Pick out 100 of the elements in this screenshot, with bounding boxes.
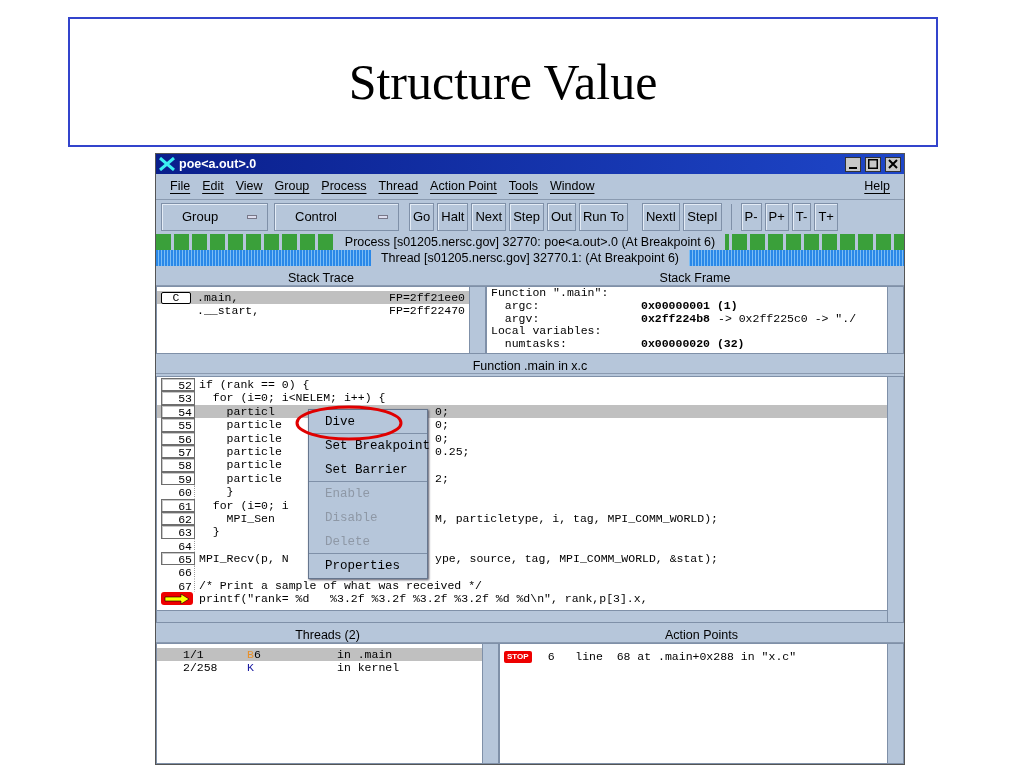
window-title: poe<a.out>.0 [179, 155, 258, 173]
code-text: printf("rank= %d %3.2f %3.2f %3.2f %3.2f %d %d\n", rank,p[3].x, [199, 592, 648, 606]
menu-item[interactable]: View [229, 177, 269, 196]
breakpoint-number: 6 [253, 648, 261, 661]
menu-item[interactable]: File [164, 177, 197, 196]
line-number: 65 [161, 552, 195, 566]
menu-item[interactable]: Thread [372, 177, 425, 196]
process-status: Process [s01205.nersc.gov] 32770: poe<a.out>.0 (At Breakpoint 6) [334, 234, 726, 250]
scrollbar[interactable] [469, 287, 485, 353]
code-text: particle [225, 444, 282, 458]
scrollbar[interactable] [887, 377, 903, 622]
code-text: particle [225, 458, 282, 472]
line-number: 55 [161, 418, 195, 432]
code-text: MPI_Sen [225, 511, 275, 525]
menu-item[interactable]: Set Barrier [309, 458, 427, 482]
toolbar-button[interactable]: Next [471, 203, 507, 231]
line-number: 63 [161, 525, 195, 539]
line-number: 58 [161, 458, 195, 472]
action-point-text: 6 line 68 at .main+0x288 in "x.c" [547, 649, 797, 665]
thread-row[interactable]: 1/1 B6 in .main [157, 648, 482, 661]
code-text: for (i=0; i [211, 498, 289, 512]
code-text: } [211, 525, 220, 539]
line-number: 66 [161, 565, 195, 579]
line-number: 60 [161, 485, 195, 499]
toolbar-button[interactable]: T- [791, 203, 812, 231]
minimize-button[interactable] [845, 156, 861, 172]
program-counter-icon [161, 592, 193, 606]
thread-location: in kernel [337, 661, 400, 674]
minimize-icon [849, 166, 857, 169]
menu-item[interactable]: Properties [309, 554, 427, 578]
toolbar-button[interactable]: Go [409, 203, 435, 231]
dropdown[interactable]: Group [161, 203, 268, 231]
stack-frame-row[interactable]: C .main, FP=2ff21ee0 [157, 291, 469, 304]
variable-value: 0x00000020 (32) [641, 338, 745, 351]
menu-item[interactable]: Dive [309, 410, 427, 434]
language-tag: C [161, 292, 191, 304]
stack-frame-row[interactable]: .__start, FP=2ff22470 [157, 304, 469, 317]
menu-item[interactable]: Help [858, 177, 896, 196]
pointer-chain: -> 0x2ff225c0 -> "./ [718, 312, 857, 326]
toolbar-button[interactable]: StepI [683, 203, 722, 231]
toolbar-button[interactable]: Run To [578, 203, 628, 231]
frame-heading: Local variables: [491, 325, 602, 339]
variable-value: 0x2ff224b8 [641, 312, 710, 326]
code-text: ype, source, tag, MPI_COMM_WORLD, &stat); [435, 552, 718, 566]
line-number: 61 [161, 498, 195, 512]
variable-name: numtasks: [503, 338, 568, 351]
code-text: 0; [435, 431, 449, 445]
code-text: particle [225, 471, 282, 485]
menu-item[interactable]: Process [315, 177, 373, 196]
status-letter: B [247, 648, 254, 661]
code-text: 0; [435, 404, 449, 419]
frame-pointer: FP=2ff21ee0 [389, 291, 465, 304]
frame-heading: Function ".main": [491, 287, 609, 300]
close-button[interactable] [885, 156, 901, 172]
stop-badge: STOP [504, 650, 532, 663]
code-text: particle [225, 431, 282, 445]
menu-item[interactable]: Group [268, 177, 316, 196]
scrollbar[interactable] [482, 644, 498, 763]
function-name: .main, [197, 291, 240, 304]
code-text: 0; [435, 418, 449, 432]
variable-name: argv: [503, 312, 541, 326]
menu-item[interactable]: Window [544, 177, 601, 196]
menu-item[interactable]: Set Breakpoint [309, 434, 427, 458]
maximize-icon [868, 159, 878, 169]
code-text: } [225, 485, 234, 499]
code-text: /* Print a sample of what was received */ [199, 578, 482, 592]
slide-title: Structure Value [348, 52, 658, 112]
code-text: 0.25; [435, 444, 470, 459]
code-text: particle [225, 418, 282, 432]
code-text: particl [225, 404, 275, 418]
thread-status: Thread [s01205.nersc.gov] 32770.1: (At Breakpoint 6) [370, 250, 690, 266]
code-text: for (i=0; i<NELEM; i++) { [211, 391, 386, 405]
scrollbar[interactable] [157, 610, 887, 622]
thread-row[interactable]: 2/258 K in kernel [157, 661, 482, 674]
code-text: if (rank == 0) { [199, 378, 310, 391]
line-number: 53 [161, 391, 195, 405]
toolbar-button[interactable]: T+ [814, 203, 838, 231]
toolbar-button[interactable]: Halt [437, 203, 469, 231]
status-letter: K [247, 661, 254, 674]
scrollbar[interactable] [887, 644, 903, 763]
menu-item[interactable]: Action Point [424, 177, 503, 196]
menu-item[interactable]: Tools [502, 177, 544, 196]
code-text: 2; [435, 471, 449, 486]
close-icon [888, 159, 898, 169]
toolbar-button[interactable]: P- [740, 203, 762, 231]
toolbar-button[interactable]: NextI [641, 203, 681, 231]
function-name: .__start, [197, 304, 261, 317]
line-number: 52 [161, 378, 195, 392]
toolbar-button[interactable]: P+ [764, 203, 789, 231]
variable-name: argc: [503, 299, 541, 313]
toolbar-button[interactable]: Step [509, 203, 544, 231]
scrollbar[interactable] [887, 287, 903, 353]
code-text: M, particletype, i, tag, MPI_COMM_WORLD); [435, 511, 718, 526]
toolbar-button[interactable]: Out [546, 203, 576, 231]
variable-value: 0x00000001 (1) [641, 299, 738, 313]
dropdown[interactable]: Control [274, 203, 399, 231]
thread-location: in .main [337, 648, 393, 661]
pane-header: Function .main in x.c [156, 358, 904, 374]
menu-item[interactable]: Edit [196, 177, 230, 196]
maximize-button[interactable] [865, 156, 881, 172]
